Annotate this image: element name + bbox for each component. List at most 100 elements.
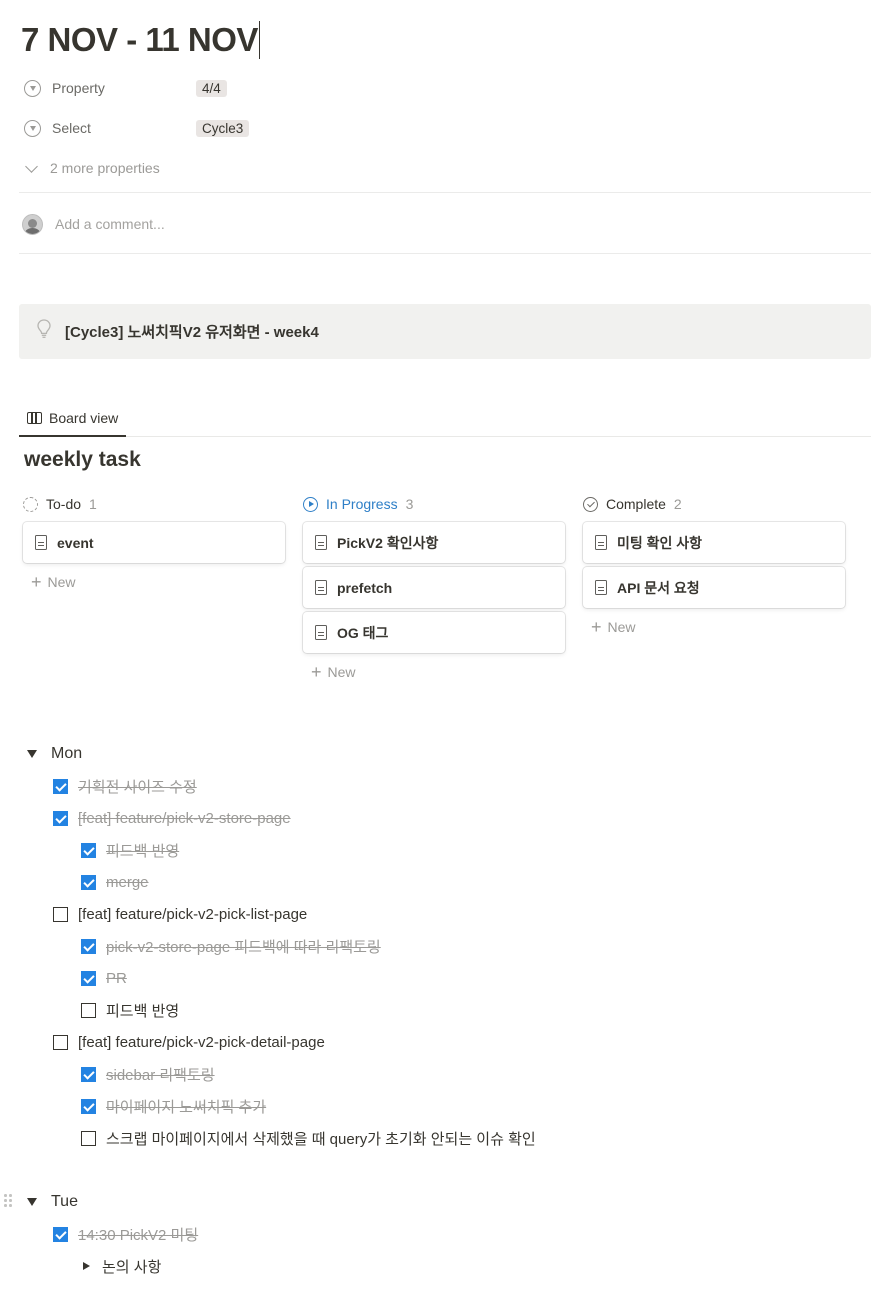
triangle-right-icon — [83, 1262, 90, 1270]
checkbox[interactable] — [53, 1226, 68, 1242]
todo-text[interactable]: 14:30 PickV2 미팅 — [78, 1224, 198, 1245]
toggle-discussion[interactable]: 논의 사항 — [83, 1253, 161, 1279]
new-label: New — [607, 619, 636, 635]
plus-icon: + — [31, 571, 42, 592]
card-title: PickV2 확인사항 — [337, 534, 439, 551]
divider — [19, 253, 871, 254]
todo-text[interactable]: pick-v2-store-page 피드백에 따라 리팩토링 — [106, 936, 381, 957]
todo-text[interactable]: sidebar 리팩토링 — [106, 1064, 215, 1085]
todo-item: 피드백 반영 — [81, 997, 179, 1023]
database-title[interactable]: weekly task — [24, 448, 141, 472]
todo-text[interactable]: 기획전 사이즈 수정 — [78, 776, 197, 797]
checkbox[interactable] — [53, 810, 68, 826]
checkbox[interactable] — [53, 1034, 68, 1050]
column-name: In Progress — [326, 496, 398, 512]
status-in-progress-icon — [303, 496, 318, 512]
tab-label: Board view — [49, 409, 119, 426]
todo-item: [feat] feature/pick-v2-pick-list-page — [53, 901, 307, 927]
todo-text[interactable]: 마이페이지 노써치픽 추가 — [106, 1096, 266, 1117]
board-card[interactable]: event — [23, 522, 285, 563]
page-icon — [315, 625, 327, 640]
comment-placeholder: Add a comment... — [55, 216, 165, 232]
board-card[interactable]: API 문서 요청 — [583, 567, 845, 608]
checkbox[interactable] — [81, 938, 96, 954]
card-title: prefetch — [337, 579, 393, 596]
board-card[interactable]: prefetch — [303, 567, 565, 608]
page-icon — [595, 535, 607, 550]
more-properties-label: 2 more properties — [50, 160, 160, 176]
triangle-down-icon — [27, 1198, 37, 1206]
column-header[interactable]: Complete 2 — [583, 492, 845, 516]
todo-item: 피드백 반영 — [81, 837, 179, 863]
todo-item: sidebar 리팩토링 — [81, 1061, 215, 1087]
checkbox[interactable] — [81, 1066, 96, 1082]
todo-text[interactable]: 스크랩 마이페이지에서 삭제했을 때 query가 초기화 안되는 이슈 확인 — [106, 1128, 536, 1149]
new-card-button[interactable]: + New — [23, 567, 285, 597]
page-icon — [595, 580, 607, 595]
checkbox[interactable] — [81, 842, 96, 858]
todo-item: PR — [81, 965, 127, 991]
todo-text[interactable]: 피드백 반영 — [106, 840, 179, 861]
board-card[interactable]: OG 태그 — [303, 612, 565, 653]
select-value-tag[interactable]: Cycle3 — [196, 119, 250, 137]
todo-item: 기획전 사이즈 수정 — [53, 773, 197, 799]
plus-icon: + — [591, 616, 602, 637]
property-value-tag[interactable]: 4/4 — [196, 79, 227, 97]
more-properties-toggle[interactable]: 2 more properties — [24, 156, 160, 180]
checkbox[interactable] — [81, 1002, 96, 1018]
todo-item: 마이페이지 노써치픽 추가 — [81, 1093, 266, 1119]
select-row[interactable]: Select Cycle3 — [24, 113, 250, 143]
comment-input[interactable]: Add a comment... — [22, 212, 165, 236]
column-count: 1 — [89, 496, 97, 512]
chevron-down-icon — [25, 159, 38, 173]
board-card[interactable]: 미팅 확인 사항 — [583, 522, 845, 563]
board-card[interactable]: PickV2 확인사항 — [303, 522, 565, 563]
toggle-label: Tue — [51, 1193, 78, 1210]
page-title-text: 7 NOV - 11 NOV — [21, 21, 258, 58]
todo-text[interactable]: merge — [106, 874, 149, 891]
drag-handle-icon[interactable] — [4, 1194, 12, 1208]
checkbox[interactable] — [81, 1098, 96, 1114]
select-property-icon — [24, 79, 41, 97]
lightbulb-icon — [37, 319, 51, 344]
text-caret — [258, 21, 260, 59]
checkbox[interactable] — [53, 778, 68, 794]
toggle-mon[interactable]: Mon — [27, 741, 82, 767]
avatar — [22, 213, 43, 235]
todo-text[interactable]: PR — [106, 970, 127, 987]
card-title: API 문서 요청 — [617, 579, 700, 596]
column-name: To-do — [46, 496, 82, 512]
property-name: Property — [52, 80, 105, 96]
column-header[interactable]: In Progress 3 — [303, 492, 565, 516]
status-complete-icon — [583, 496, 598, 512]
toggle-tue[interactable]: Tue — [27, 1189, 78, 1215]
todo-text[interactable]: [feat] feature/pick-v2-pick-list-page — [78, 906, 307, 923]
todo-text[interactable]: [feat] feature/pick-v2-store-page — [78, 810, 291, 827]
checkbox[interactable] — [81, 874, 96, 890]
status-todo-icon — [23, 496, 38, 512]
column-header[interactable]: To-do 1 — [23, 492, 285, 516]
new-card-button[interactable]: + New — [303, 657, 565, 687]
tab-board-view[interactable]: Board view — [19, 400, 127, 437]
page-title[interactable]: 7 NOV - 11 NOV — [21, 18, 260, 62]
new-label: New — [47, 574, 76, 590]
todo-item: [feat] feature/pick-v2-store-page — [53, 805, 291, 831]
property-row[interactable]: Property 4/4 — [24, 73, 227, 103]
callout-text: [Cycle3] 노써치픽V2 유저화면 - week4 — [65, 324, 319, 341]
todo-item: 14:30 PickV2 미팅 — [53, 1221, 198, 1247]
checkbox[interactable] — [81, 970, 96, 986]
todo-item: pick-v2-store-page 피드백에 따라 리팩토링 — [81, 933, 381, 959]
toggle-label: 논의 사항 — [102, 1258, 162, 1276]
checkbox[interactable] — [53, 906, 68, 922]
todo-item: 스크랩 마이페이지에서 삭제했을 때 query가 초기화 안되는 이슈 확인 — [81, 1125, 536, 1151]
todo-text[interactable]: [feat] feature/pick-v2-pick-detail-page — [78, 1034, 325, 1051]
todo-text[interactable]: 피드백 반영 — [106, 1000, 179, 1021]
board-column-todo: To-do 1 event + New — [23, 492, 285, 597]
board-column-in-progress: In Progress 3 PickV2 확인사항 prefetch OG 태그… — [303, 492, 565, 687]
checkbox[interactable] — [81, 1130, 96, 1146]
todo-item: merge — [81, 869, 149, 895]
callout-block[interactable]: [Cycle3] 노써치픽V2 유저화면 - week4 — [19, 304, 871, 359]
page-icon — [315, 580, 327, 595]
new-card-button[interactable]: + New — [583, 612, 845, 642]
plus-icon: + — [311, 661, 322, 682]
